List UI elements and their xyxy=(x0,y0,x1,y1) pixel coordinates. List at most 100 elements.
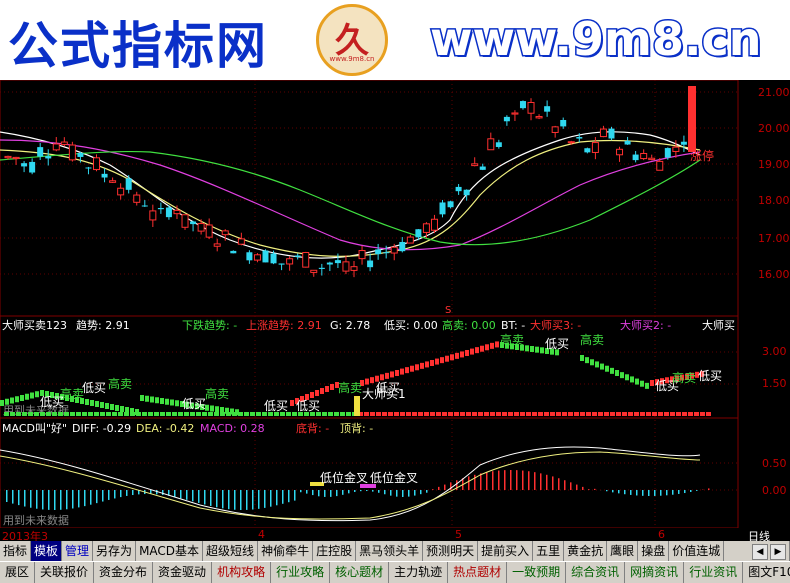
site-logo: 久 www.9m8.cn xyxy=(316,4,388,76)
trend-marker xyxy=(325,386,329,392)
trend-bar xyxy=(364,412,369,416)
scroll-right-icon[interactable]: ▶ xyxy=(770,544,786,560)
macd-bar xyxy=(48,490,50,510)
trend-bar xyxy=(202,412,207,416)
candle-body xyxy=(214,244,220,246)
trend-marker xyxy=(620,372,624,378)
tab-eagle-eye[interactable]: 鹰眼 xyxy=(607,541,638,561)
signal-label: 高卖 xyxy=(108,376,132,391)
scroll-left-icon[interactable]: ◀ xyxy=(752,544,768,560)
trend-bar xyxy=(46,412,51,416)
btab-4[interactable]: 机构攻略 xyxy=(212,562,271,583)
trend-marker xyxy=(450,354,454,360)
trend-bar xyxy=(562,412,567,416)
trend-marker xyxy=(130,408,134,414)
trend-bar xyxy=(148,412,153,416)
candle-body xyxy=(110,181,116,183)
trend-bar xyxy=(376,412,381,416)
candle-body xyxy=(488,139,494,150)
btab-0[interactable]: 展区 xyxy=(0,562,35,583)
btab-2[interactable]: 资金分布 xyxy=(94,562,153,583)
trend-bar xyxy=(388,412,393,416)
btab-5[interactable]: 行业攻略 xyxy=(271,562,330,583)
macd-bar xyxy=(324,490,326,497)
candle-body xyxy=(649,158,655,159)
macd-bar xyxy=(300,490,302,492)
btab-9[interactable]: 一致预期 xyxy=(507,562,566,583)
trend-bar xyxy=(550,412,555,416)
macd-bar xyxy=(180,490,182,498)
candle-body xyxy=(544,106,550,111)
candle-body xyxy=(641,153,647,158)
signal-label: 高卖 xyxy=(338,380,362,395)
macd-bar xyxy=(684,490,686,493)
trend-bar xyxy=(346,412,351,416)
btab-8[interactable]: 热点题材 xyxy=(448,562,507,583)
trend-bar xyxy=(400,412,405,416)
macd-bar xyxy=(102,490,104,502)
trend-bar xyxy=(676,412,681,416)
logo-url: www.9m8.cn xyxy=(319,55,385,63)
candle-body xyxy=(102,174,108,178)
macd-bar xyxy=(522,471,524,490)
trend-bar xyxy=(58,412,63,416)
stock-chart[interactable]: 21.0020.0019.0018.0017.0016.00 涨停 S 大师买卖… xyxy=(0,80,790,528)
tab-zhuangkong[interactable]: 庄控股 xyxy=(313,541,356,561)
btab-12[interactable]: 行业资讯 xyxy=(684,562,743,583)
tab-jiazhi[interactable]: 价值连城 xyxy=(669,541,724,561)
macd-bar xyxy=(312,490,314,495)
btab-3[interactable]: 资金驱动 xyxy=(153,562,212,583)
tab-shentou[interactable]: 神偷牵牛 xyxy=(258,541,313,561)
tab-early-buy[interactable]: 提前买入 xyxy=(478,541,533,561)
tab-manage[interactable]: 管理 xyxy=(62,541,93,561)
candle-body xyxy=(335,260,341,263)
trend-marker xyxy=(610,368,614,374)
tab-caopan[interactable]: 操盘 xyxy=(638,541,669,561)
macd-bar xyxy=(510,470,512,490)
tab-save-as[interactable]: 另存为 xyxy=(93,541,136,561)
candlesticks xyxy=(5,86,696,277)
trend-marker xyxy=(540,347,544,353)
tab-super-short[interactable]: 超级短线 xyxy=(203,541,258,561)
macd-bar xyxy=(582,487,584,490)
chart-area[interactable]: 21.0020.0019.0018.0017.0016.00 涨停 S 大师买卖… xyxy=(0,80,790,528)
btab-1[interactable]: 关联报价 xyxy=(35,562,94,583)
tab-heima[interactable]: 黑马领头羊 xyxy=(356,541,423,561)
trend-marker xyxy=(290,400,294,406)
btab-7[interactable]: 主力轨迹 xyxy=(389,562,448,583)
candle-body xyxy=(681,142,687,145)
panel2-title: MACD叫"好" xyxy=(2,421,67,435)
macd-bar xyxy=(342,490,344,495)
trend-marker xyxy=(630,376,634,382)
trend-bar xyxy=(568,412,573,416)
macd-bar xyxy=(306,490,308,494)
macd-bar xyxy=(132,490,134,495)
master-buy-label: 大师买 xyxy=(702,318,735,332)
macd-bar xyxy=(378,490,380,493)
btab-13[interactable]: 图文F10 xyxy=(743,562,790,583)
candle-body xyxy=(617,149,623,154)
trend-marker xyxy=(590,359,594,365)
up-trend-value: 上涨趋势: 2.91 xyxy=(246,319,322,332)
tab-macd-basic[interactable]: MACD基本 xyxy=(136,541,203,561)
tab-golden[interactable]: 黄金抗 xyxy=(564,541,607,561)
btab-6[interactable]: 核心题材 xyxy=(330,562,389,583)
trend-bar xyxy=(442,412,447,416)
trend-bar xyxy=(112,412,117,416)
candle-body xyxy=(150,211,156,220)
btab-11[interactable]: 网摘资讯 xyxy=(625,562,684,583)
tab-wuli[interactable]: 五里 xyxy=(533,541,564,561)
btab-10[interactable]: 综合资讯 xyxy=(566,562,625,583)
candle-body xyxy=(608,129,614,139)
tab-template[interactable]: 模板 xyxy=(31,541,62,561)
tab-forecast[interactable]: 预测明天 xyxy=(423,541,478,561)
master-buy3-value: 大师买3: - xyxy=(530,318,581,332)
trend-bar xyxy=(214,412,219,416)
tab-indicator[interactable]: 指标 xyxy=(0,541,31,561)
candle-body xyxy=(673,147,679,151)
candle-body xyxy=(528,102,534,113)
macd-bar xyxy=(414,490,416,496)
signal-label: 低买 xyxy=(82,381,106,395)
macd-bar xyxy=(552,476,554,490)
trend-marker xyxy=(175,400,179,406)
